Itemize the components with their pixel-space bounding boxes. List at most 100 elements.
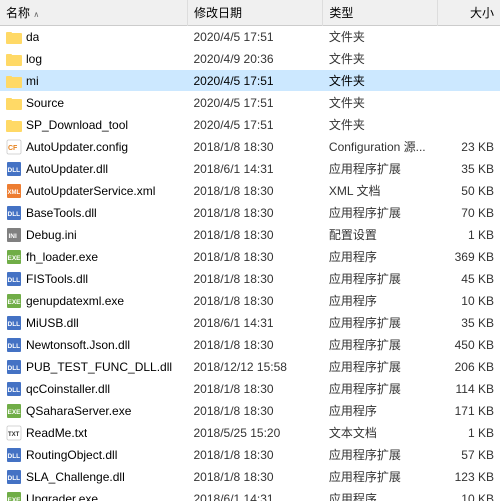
file-type: 应用程序扩展: [323, 378, 438, 400]
svg-text:DLL: DLL: [8, 277, 21, 284]
svg-text:DLL: DLL: [8, 211, 21, 218]
file-date: 2020/4/5 17:51: [188, 26, 323, 48]
file-size: 35 KB: [437, 158, 500, 180]
file-size: [437, 114, 500, 136]
file-size: 206 KB: [437, 356, 500, 378]
table-row[interactable]: Source 2020/4/5 17:51文件夹: [0, 92, 500, 114]
svg-text:TXT: TXT: [8, 432, 20, 438]
table-row[interactable]: da 2020/4/5 17:51文件夹: [0, 26, 500, 48]
file-type: 应用程序扩展: [323, 158, 438, 180]
file-name-cell: SP_Download_tool: [0, 114, 188, 136]
file-type: 应用程序: [323, 400, 438, 422]
file-date: 2018/1/8 18:30: [188, 246, 323, 268]
dll-icon: DLL: [6, 271, 22, 287]
file-type: 文件夹: [323, 114, 438, 136]
file-type: 文件夹: [323, 48, 438, 70]
svg-text:CF: CF: [8, 145, 18, 152]
file-size: [437, 70, 500, 92]
file-size: [437, 48, 500, 70]
exe-icon: EXE: [6, 293, 22, 309]
file-date: 2018/1/8 18:30: [188, 334, 323, 356]
file-size: 1 KB: [437, 224, 500, 246]
exe-icon: EXE: [6, 293, 22, 309]
file-name: Source: [26, 96, 64, 110]
file-type: 应用程序扩展: [323, 444, 438, 466]
table-row[interactable]: EXE genupdatexml.exe 2018/1/8 18:30应用程序1…: [0, 290, 500, 312]
file-type: 文件夹: [323, 70, 438, 92]
table-row[interactable]: XML AutoUpdaterService.xml 2018/1/8 18:3…: [0, 180, 500, 202]
file-date: 2018/1/8 18:30: [188, 466, 323, 488]
svg-text:EXE: EXE: [8, 409, 22, 416]
svg-text:EXE: EXE: [8, 299, 22, 306]
dll-icon: DLL: [6, 205, 22, 221]
table-row[interactable]: DLL BaseTools.dll 2018/1/8 18:30应用程序扩展70…: [0, 202, 500, 224]
folder-icon: [6, 30, 22, 44]
file-type: 配置设置: [323, 224, 438, 246]
table-row[interactable]: DLL FISTools.dll 2018/1/8 18:30应用程序扩展45 …: [0, 268, 500, 290]
file-name-cell: mi: [0, 70, 188, 92]
dll-icon: DLL: [6, 205, 22, 221]
file-name-cell: XML AutoUpdaterService.xml: [0, 180, 188, 202]
table-row[interactable]: DLL SLA_Challenge.dll 2018/1/8 18:30应用程序…: [0, 466, 500, 488]
file-date: 2020/4/5 17:51: [188, 114, 323, 136]
folder-icon: [6, 52, 22, 66]
table-row[interactable]: DLL PUB_TEST_FUNC_DLL.dll 2018/12/12 15:…: [0, 356, 500, 378]
file-type: 应用程序扩展: [323, 466, 438, 488]
folder-icon: [6, 51, 22, 67]
folder-icon: [6, 74, 22, 88]
table-row[interactable]: mi 2020/4/5 17:51文件夹: [0, 70, 500, 92]
dll-icon: DLL: [6, 271, 22, 287]
sort-arrow-name: ∧: [33, 10, 39, 19]
file-name: fh_loader.exe: [26, 250, 98, 264]
table-row[interactable]: DLL RoutingObject.dll 2018/1/8 18:30应用程序…: [0, 444, 500, 466]
file-name: da: [26, 30, 39, 44]
table-row[interactable]: EXE QSaharaServer.exe 2018/1/8 18:30应用程序…: [0, 400, 500, 422]
file-type: 应用程序扩展: [323, 356, 438, 378]
file-name-cell: DLL AutoUpdater.dll: [0, 158, 188, 180]
col-header-name[interactable]: 名称 ∧: [0, 0, 188, 26]
table-row[interactable]: log 2020/4/9 20:36文件夹: [0, 48, 500, 70]
file-name: qcCoinstaller.dll: [26, 382, 110, 396]
col-header-type[interactable]: 类型: [323, 0, 438, 26]
table-row[interactable]: EXE Upgrader.exe 2018/6/1 14:31应用程序10 KB: [0, 488, 500, 501]
exe-icon: EXE: [6, 491, 22, 501]
file-name-cell: DLL PUB_TEST_FUNC_DLL.dll: [0, 356, 188, 378]
table-row[interactable]: SP_Download_tool 2020/4/5 17:51文件夹: [0, 114, 500, 136]
file-size: [437, 92, 500, 114]
file-name-cell: DLL MiUSB.dll: [0, 312, 188, 334]
file-date: 2018/1/8 18:30: [188, 224, 323, 246]
table-row[interactable]: DLL Newtonsoft.Json.dll 2018/1/8 18:30应用…: [0, 334, 500, 356]
svg-text:XML: XML: [8, 190, 21, 196]
dll-icon: DLL: [6, 359, 22, 375]
file-date: 2018/1/8 18:30: [188, 290, 323, 312]
table-row[interactable]: TXT ReadMe.txt 2018/5/25 15:20文本文档1 KB: [0, 422, 500, 444]
table-row[interactable]: EXE fh_loader.exe 2018/1/8 18:30应用程序369 …: [0, 246, 500, 268]
file-size: 123 KB: [437, 466, 500, 488]
file-size: 35 KB: [437, 312, 500, 334]
file-name: MiUSB.dll: [26, 316, 79, 330]
file-size: 45 KB: [437, 268, 500, 290]
col-header-date[interactable]: 修改日期: [188, 0, 323, 26]
table-row[interactable]: CF AutoUpdater.config 2018/1/8 18:30Conf…: [0, 136, 500, 158]
col-header-size[interactable]: 大小: [437, 0, 500, 26]
file-name-cell: DLL BaseTools.dll: [0, 202, 188, 224]
file-name: AutoUpdaterService.xml: [26, 184, 155, 198]
table-row[interactable]: DLL AutoUpdater.dll 2018/6/1 14:31应用程序扩展…: [0, 158, 500, 180]
file-name: SP_Download_tool: [26, 118, 128, 132]
file-explorer[interactable]: 名称 ∧ 修改日期 类型 大小 da 2020/4/5 17:51文件夹: [0, 0, 500, 501]
table-row[interactable]: DLL MiUSB.dll 2018/6/1 14:31应用程序扩展35 KB: [0, 312, 500, 334]
table-row[interactable]: DLL qcCoinstaller.dll 2018/1/8 18:30应用程序…: [0, 378, 500, 400]
dll-icon: DLL: [6, 337, 22, 353]
file-date: 2018/6/1 14:31: [188, 312, 323, 334]
config-icon: CF: [6, 139, 22, 155]
file-table: 名称 ∧ 修改日期 类型 大小 da 2020/4/5 17:51文件夹: [0, 0, 500, 501]
file-name: log: [26, 52, 42, 66]
file-name: mi: [26, 74, 39, 88]
table-row[interactable]: INI Debug.ini 2018/1/8 18:30配置设置1 KB: [0, 224, 500, 246]
dll-icon: DLL: [6, 381, 22, 397]
file-type: 应用程序扩展: [323, 334, 438, 356]
dll-icon: DLL: [6, 469, 22, 485]
svg-text:DLL: DLL: [8, 453, 21, 460]
file-size: 114 KB: [437, 378, 500, 400]
file-size: 23 KB: [437, 136, 500, 158]
